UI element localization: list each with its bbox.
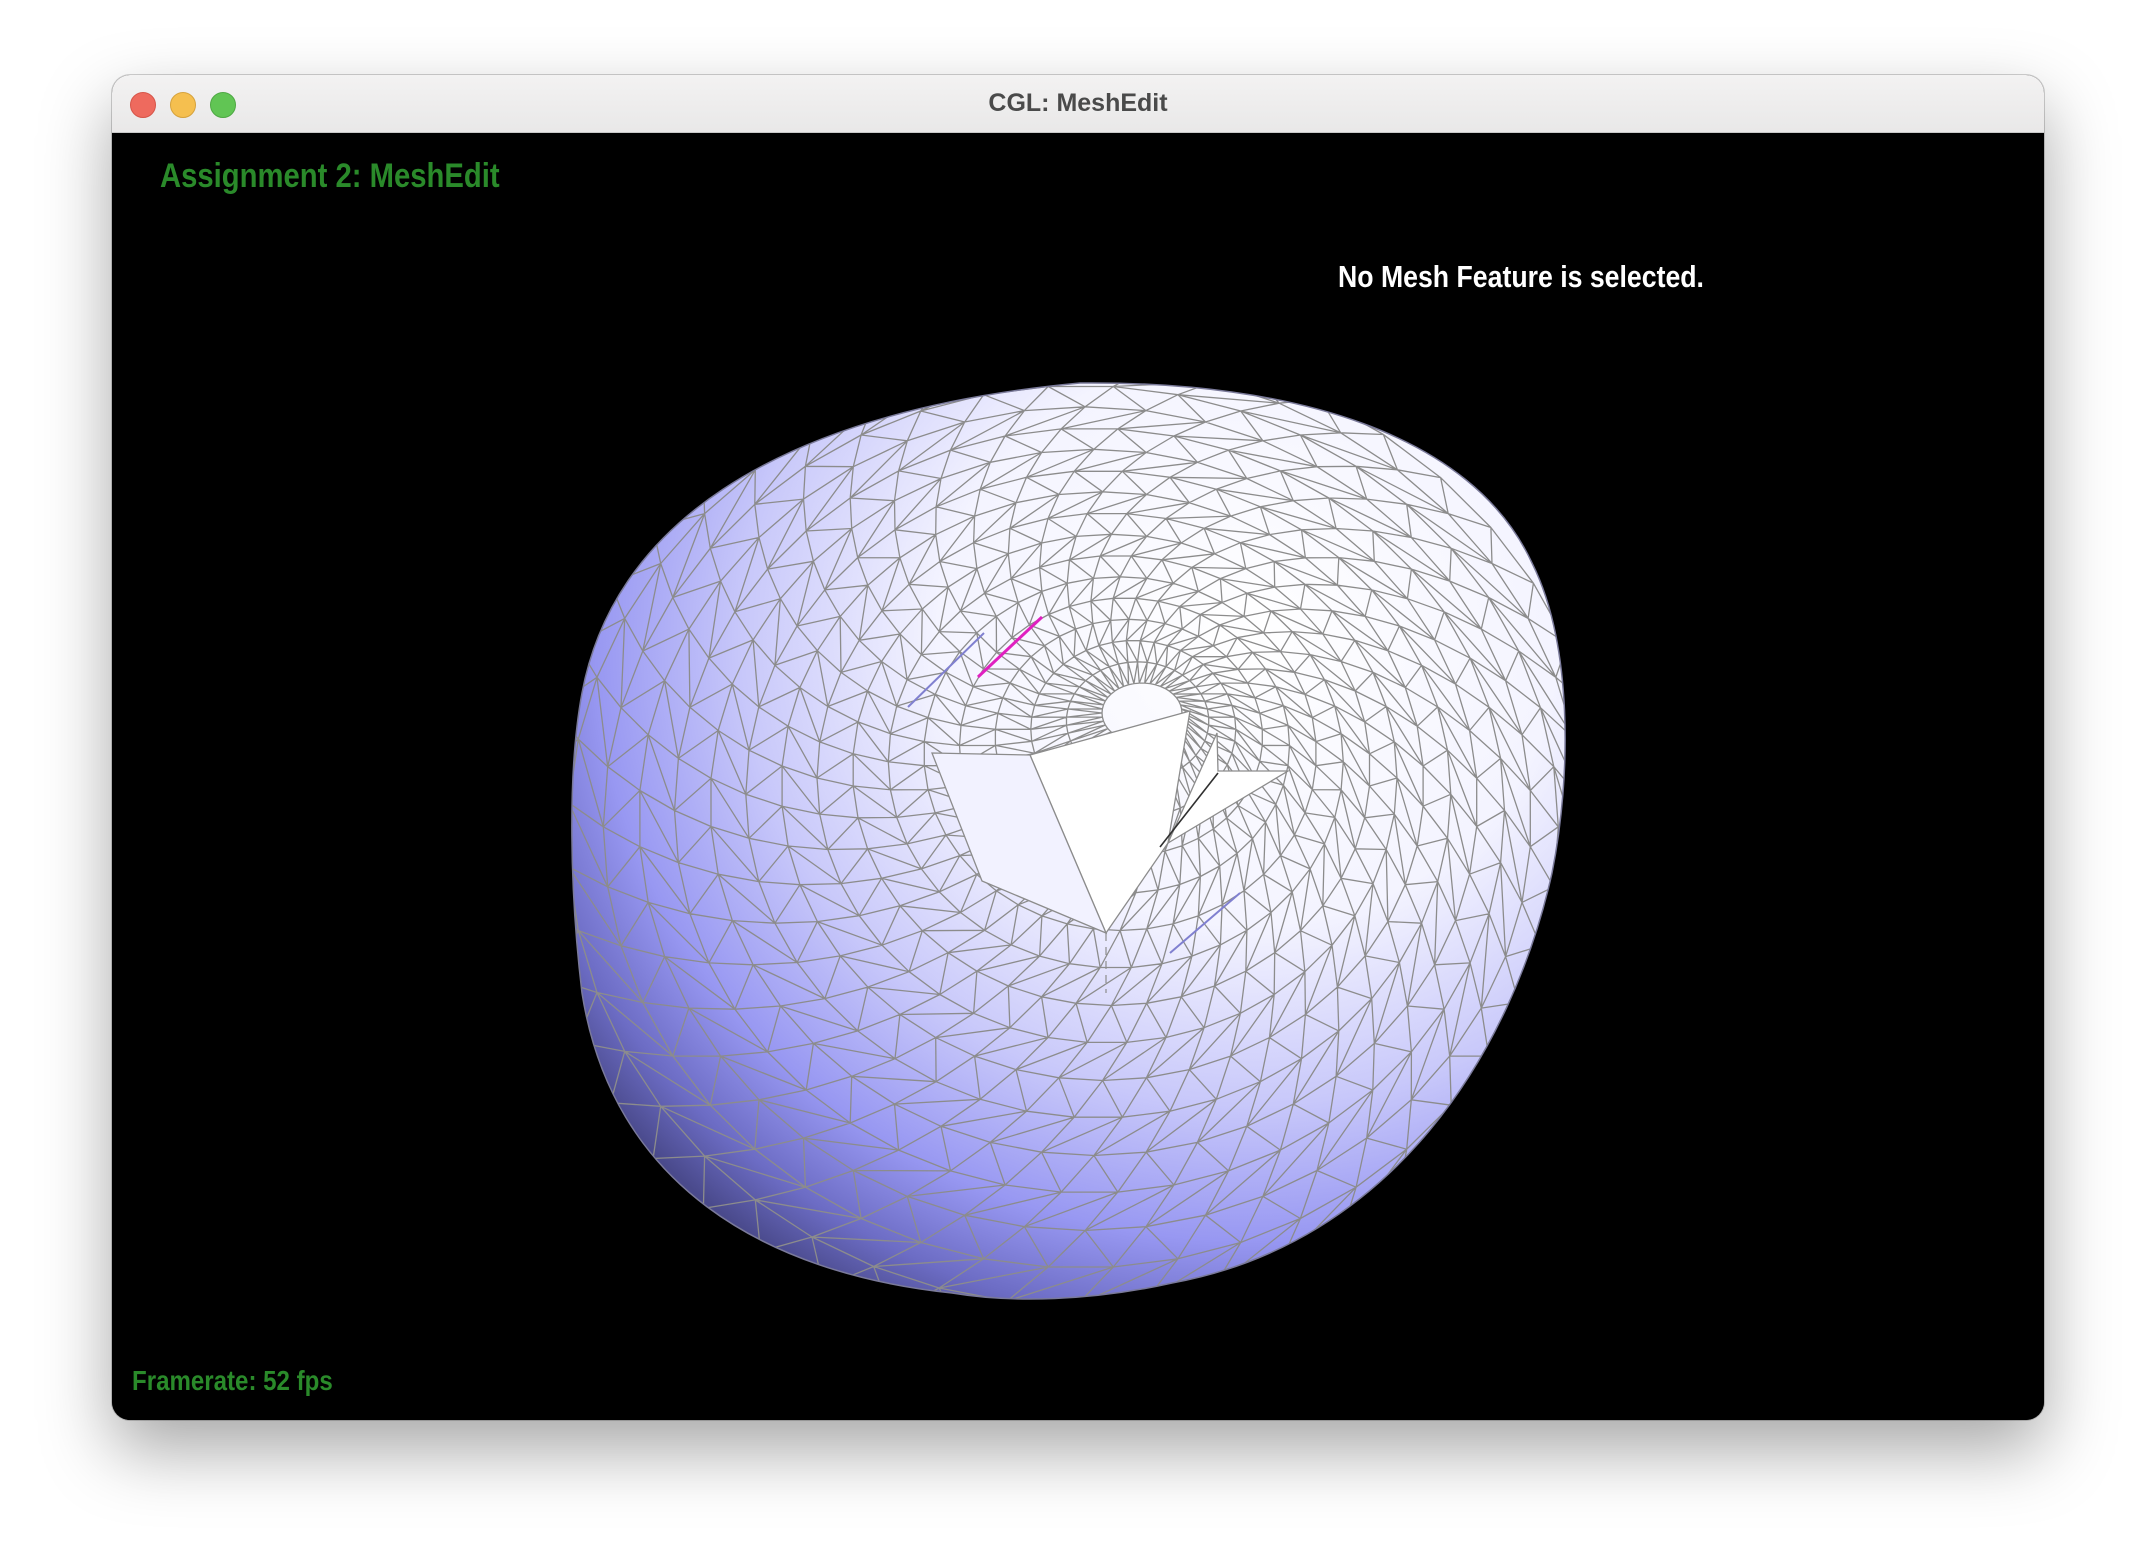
assignment-title: Assignment 2: MeshEdit [160,157,500,195]
selection-status: No Mesh Feature is selected. [1338,259,1704,294]
framerate-label: Framerate: 52 fps [132,1365,333,1396]
mesh-canvas[interactable] [112,133,2044,1420]
window-title: CGL: MeshEdit [988,89,1168,117]
app-window: CGL: MeshEdit Assignment 2: MeshEdit No … [112,75,2044,1420]
title-bar[interactable]: CGL: MeshEdit [112,75,2044,133]
mesh-viewport[interactable]: Assignment 2: MeshEdit No Mesh Feature i… [112,133,2044,1420]
